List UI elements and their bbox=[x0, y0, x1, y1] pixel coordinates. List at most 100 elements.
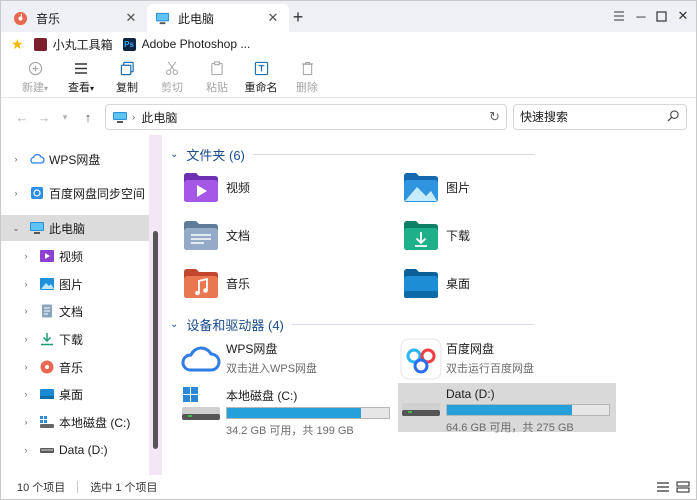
bookmark-label: 小丸工具箱 bbox=[52, 37, 113, 52]
star-icon: ★ bbox=[11, 35, 24, 52]
chevron-right-icon[interactable]: › bbox=[21, 389, 31, 399]
sidebar-item-wps-cloud[interactable]: › WPS网盘 bbox=[1, 146, 149, 172]
divider bbox=[252, 154, 535, 155]
delete-button[interactable]: 删除 bbox=[287, 60, 327, 95]
computer-icon bbox=[113, 111, 127, 123]
tiles-view-icon[interactable] bbox=[676, 481, 690, 493]
device-wps-cloud[interactable]: WPS网盘 双击进入WPS网盘 bbox=[180, 338, 390, 382]
new-button[interactable]: 新建▾ bbox=[15, 60, 55, 95]
bookmark-toolbox[interactable]: 小丸工具箱 bbox=[33, 36, 113, 53]
folder-downloads[interactable]: 下载 bbox=[402, 215, 470, 255]
computer-icon bbox=[155, 12, 170, 24]
device-drive-c[interactable]: 本地磁盘 (C:) 34.2 GB 可用，共 199 GB bbox=[180, 384, 394, 437]
photoshop-icon: Ps bbox=[122, 37, 136, 51]
sidebar-item-documents[interactable]: › 文档 bbox=[1, 298, 149, 324]
close-icon[interactable]: ✕ bbox=[265, 10, 281, 26]
sidebar-item-this-pc[interactable]: ⌄ 此电脑 bbox=[1, 215, 149, 241]
music-folder-icon bbox=[184, 269, 218, 298]
sidebar-item-pictures[interactable]: › 图片 bbox=[1, 271, 149, 297]
sidebar-item-desktop[interactable]: › 桌面 bbox=[1, 381, 149, 407]
chevron-down-icon[interactable]: ⌄ bbox=[170, 149, 178, 160]
chevron-down-icon[interactable]: ⌄ bbox=[11, 223, 21, 234]
device-name: Data (D:) bbox=[446, 387, 495, 401]
divider bbox=[77, 481, 79, 493]
item-count: 10 个项目 bbox=[17, 482, 66, 494]
desktop-icon bbox=[40, 389, 54, 399]
close-window-button[interactable]: ✕ bbox=[674, 7, 692, 25]
view-button[interactable]: 查看▾ bbox=[61, 60, 101, 95]
chevron-right-icon[interactable]: › bbox=[21, 279, 31, 289]
video-folder-icon bbox=[40, 250, 54, 262]
chevron-right-icon[interactable]: › bbox=[21, 445, 31, 455]
search-input[interactable] bbox=[520, 109, 660, 125]
chevron-right-icon[interactable]: › bbox=[21, 306, 31, 316]
sidebar-item-downloads[interactable]: › 下载 bbox=[1, 326, 149, 352]
chevron-right-icon[interactable]: › bbox=[11, 154, 21, 164]
chevron-right-icon[interactable]: › bbox=[21, 417, 31, 427]
copy-button[interactable]: 复制 bbox=[107, 60, 147, 95]
folder-music[interactable]: 音乐 bbox=[182, 263, 250, 303]
device-text: WPS网盘 双击进入WPS网盘 bbox=[226, 338, 317, 376]
folder-label: 图片 bbox=[446, 180, 471, 195]
capacity-fill bbox=[227, 408, 362, 418]
tab-list-icon[interactable] bbox=[610, 7, 628, 25]
devices-group-header[interactable]: ⌄ 设备和驱动器 (4) bbox=[170, 315, 534, 334]
video-folder-icon bbox=[184, 173, 218, 202]
pictures-folder-icon bbox=[404, 173, 438, 202]
bookmark-photoshop[interactable]: Ps Adobe Photoshop ... bbox=[122, 37, 250, 51]
sidebar-item-music[interactable]: › 音乐 bbox=[1, 354, 149, 380]
up-arrow-icon[interactable]: ↑ bbox=[80, 109, 96, 125]
search-icon[interactable] bbox=[667, 109, 680, 123]
tab-this-pc[interactable]: 此电脑 ✕ bbox=[147, 4, 289, 32]
chevron-right-icon[interactable]: › bbox=[132, 112, 135, 123]
maximize-button[interactable] bbox=[652, 7, 670, 25]
chevron-right-icon[interactable]: › bbox=[21, 362, 31, 372]
new-tab-button[interactable]: + bbox=[289, 7, 307, 27]
documents-folder-icon bbox=[184, 221, 218, 250]
sidebar-item-label: 文档 bbox=[59, 304, 84, 319]
desktop-folder-icon bbox=[404, 269, 438, 298]
sidebar-item-label: 本地磁盘 (C:) bbox=[59, 415, 131, 430]
device-drive-d[interactable]: Data (D:) 64.6 GB 可用，共 275 GB bbox=[398, 383, 616, 434]
folder-pictures[interactable]: 图片 bbox=[402, 167, 470, 207]
chevron-right-icon[interactable]: › bbox=[11, 188, 21, 198]
chevron-down-icon[interactable]: ⌄ bbox=[170, 319, 178, 330]
address-bar[interactable]: › 此电脑 ↻ bbox=[105, 104, 507, 130]
sidebar-scrollbar[interactable] bbox=[149, 135, 162, 475]
refresh-icon[interactable]: ↻ bbox=[489, 109, 500, 125]
copy-icon bbox=[120, 61, 134, 76]
recent-chevron-icon[interactable]: ▾ bbox=[57, 109, 73, 125]
folder-label: 下载 bbox=[446, 228, 471, 243]
tab-music[interactable]: 音乐 ✕ bbox=[5, 4, 147, 32]
sync-icon bbox=[31, 187, 43, 199]
device-subtitle: 34.2 GB 可用，共 199 GB bbox=[226, 425, 354, 437]
folders-group-header[interactable]: ⌄ 文件夹 (6) bbox=[170, 145, 535, 164]
back-arrow-icon[interactable]: ← bbox=[14, 109, 30, 125]
rename-button[interactable]: 重命名 bbox=[241, 60, 281, 95]
device-baidu-cloud[interactable]: 百度网盘 双击运行百度网盘 bbox=[400, 338, 610, 382]
sidebar-item-drive-d[interactable]: › Data (D:) bbox=[1, 437, 149, 463]
folder-label: 音乐 bbox=[226, 276, 251, 291]
forward-arrow-icon[interactable]: → bbox=[36, 109, 52, 125]
sidebar-item-baidu-sync[interactable]: › 百度网盘同步空间 bbox=[1, 180, 149, 206]
cut-button[interactable]: 剪切 bbox=[152, 60, 192, 95]
paste-button[interactable]: 粘贴 bbox=[197, 60, 237, 95]
minimize-button[interactable]: ─ bbox=[632, 7, 650, 25]
folder-videos[interactable]: 视频 bbox=[182, 167, 250, 207]
close-icon[interactable]: ✕ bbox=[123, 10, 139, 26]
content-pane: ⌄ 文件夹 (6) 视频 图片 文档 下载 音乐 桌面 ⌄ 设备和驱动器 (4)… bbox=[162, 135, 692, 475]
folder-desktop[interactable]: 桌面 bbox=[402, 263, 470, 303]
downloads-folder-icon bbox=[404, 221, 438, 250]
group-title: 设备和驱动器 (4) bbox=[186, 318, 284, 333]
paste-icon bbox=[211, 61, 223, 76]
sidebar-item-drive-c[interactable]: › 本地磁盘 (C:) bbox=[1, 409, 149, 435]
details-view-icon[interactable] bbox=[656, 481, 670, 493]
sidebar-item-videos[interactable]: › 视频 bbox=[1, 243, 149, 269]
chevron-right-icon[interactable]: › bbox=[21, 251, 31, 261]
device-name: 本地磁盘 (C:) bbox=[226, 389, 298, 403]
folder-documents[interactable]: 文档 bbox=[182, 215, 250, 255]
sidebar-item-label: Data (D:) bbox=[59, 443, 108, 457]
chevron-right-icon[interactable]: › bbox=[21, 334, 31, 344]
search-box[interactable] bbox=[513, 104, 687, 130]
scrollbar-thumb[interactable] bbox=[153, 231, 158, 449]
